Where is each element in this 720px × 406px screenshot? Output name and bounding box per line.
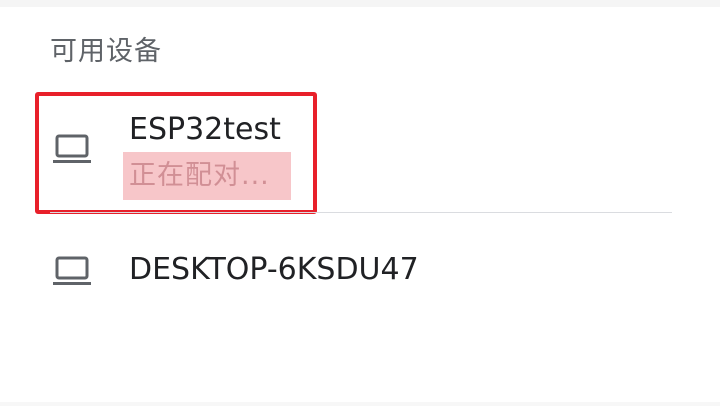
device-name: ESP32test: [129, 112, 281, 147]
available-devices-header: 可用设备: [50, 36, 162, 67]
device-row-desktop-6ksdu47[interactable]: DESKTOP-6KSDU47: [0, 214, 720, 324]
laptop-icon: [53, 134, 91, 163]
device-row-esp32test[interactable]: ESP32test 正在配对...: [0, 92, 720, 212]
device-list-divider: [50, 212, 672, 213]
laptop-icon: [53, 256, 91, 285]
bluetooth-available-devices-screen: 可用设备 ESP32test 正在配对... DESKTOP-6KSDU47: [0, 0, 720, 406]
top-divider-strip: [0, 0, 720, 7]
bottom-strip: [0, 402, 720, 406]
device-name: DESKTOP-6KSDU47: [129, 252, 419, 287]
pairing-status-text: 正在配对...: [123, 152, 291, 200]
